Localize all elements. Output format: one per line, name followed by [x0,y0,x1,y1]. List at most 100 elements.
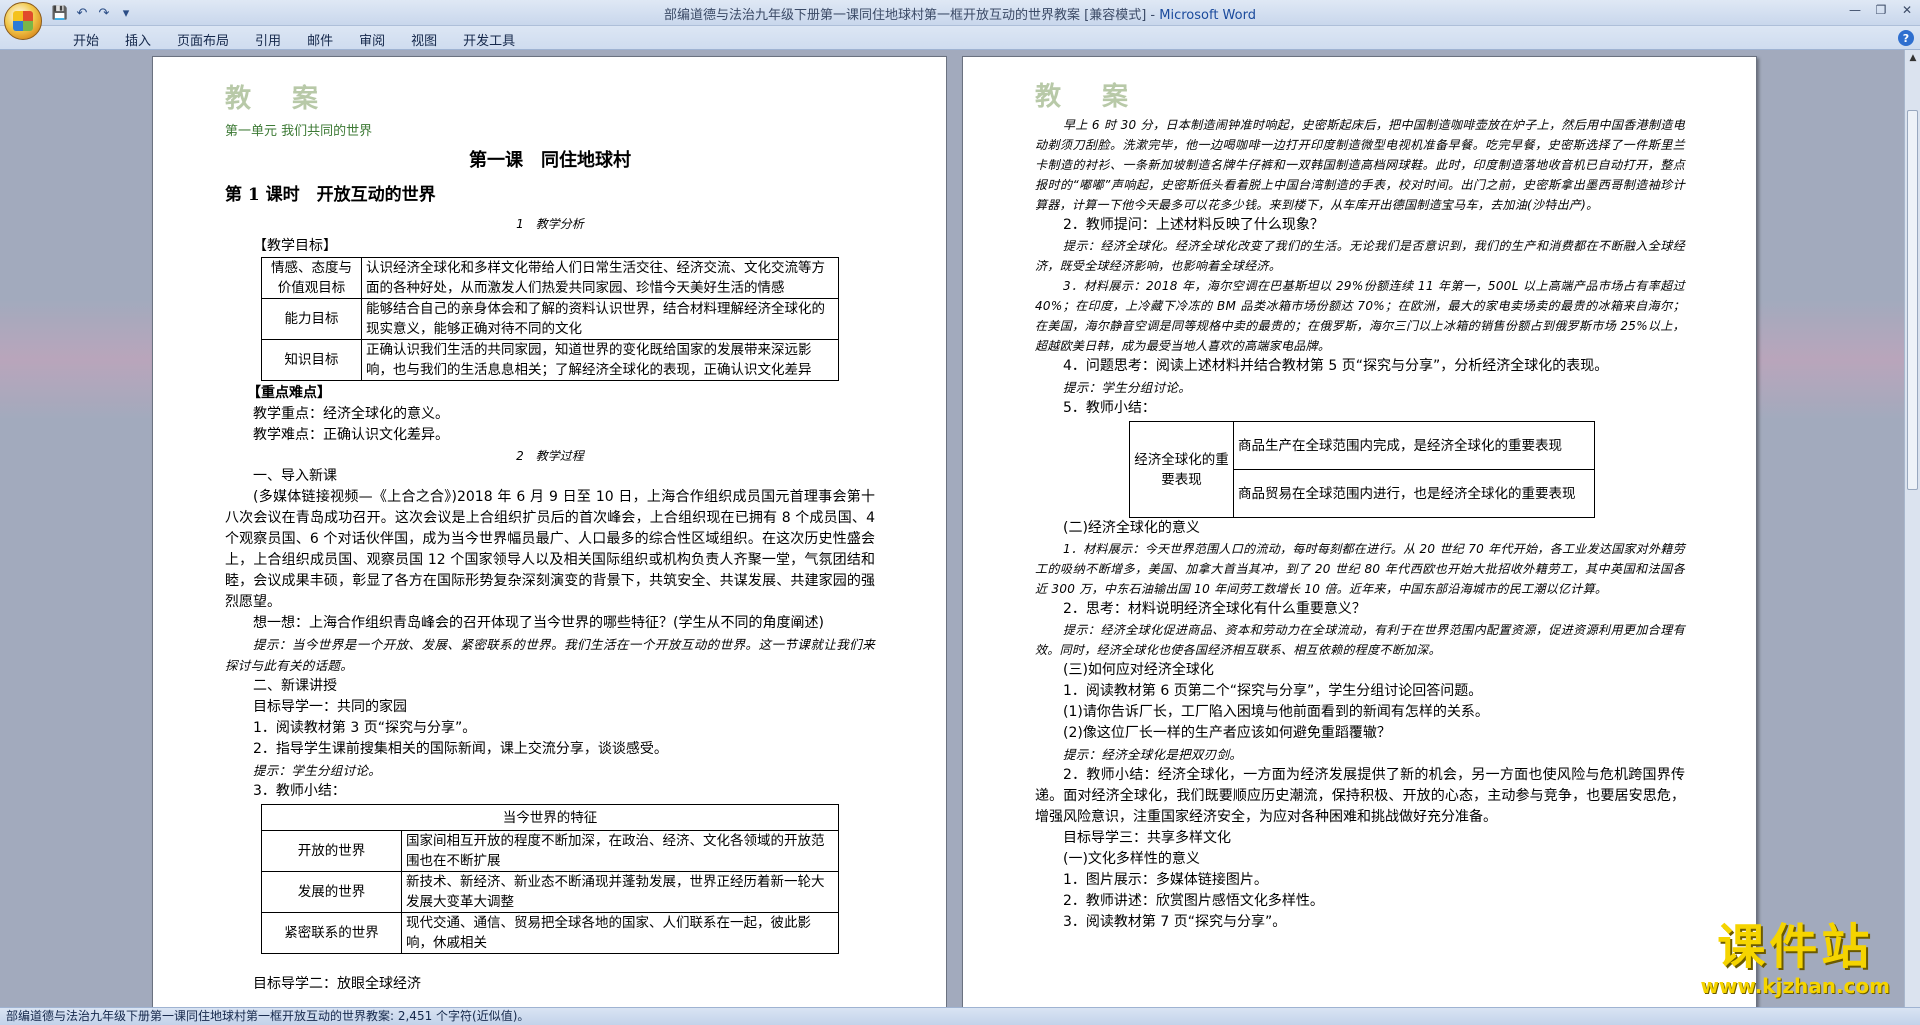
step-2: 2．指导学生课前搜集相关的国际新闻，课上交流分享，谈谈感受。 [253,741,668,757]
difficulty: 教学难点：正确认识文化差异。 [253,427,449,443]
question-4: 4．问题思考：阅读上述材料并结合教材第 5 页“探究与分享”，分析经济全球化的表… [1063,358,1609,374]
goal-1-heading: 目标导学一：共同的家园 [253,699,407,715]
watermark-url: www.kjzhan.com [1700,974,1890,998]
new-lesson-heading: 二、新课讲授 [253,678,337,694]
scroll-thumb[interactable] [1907,110,1918,490]
table-row: 情感、态度与价值观目标 认识经济全球化和多样文化带给人们日常生活交往、经济交流、… [261,257,839,299]
think-question: 想一想：上海合作组织青岛峰会的召开体现了当今世界的哪些特征？(学生从不同的角度阐… [253,615,824,631]
hint-1: 提示：当今世界是一个开放、发展、紧密联系的世界。我们生活在一个开放互动的世界。这… [225,637,875,673]
goal-text: 能够结合自己的亲身体会和了解的资料认识世界，结合材料理解经济全球化的现实意义，能… [361,298,839,340]
globalization-row: 商品生产在全球范围内完成，是经济全球化的重要表现 [1233,421,1595,470]
material-1: 1．材料展示：今天世界范围人口的流动，每时每刻都在进行。从 20 世纪 70 年… [1035,542,1685,596]
goal-name: 情感、态度与价值观目标 [261,257,362,299]
tab-mailings[interactable]: 邮件 [294,29,346,50]
features-table: 当今世界的特征 开放的世界 国家间相互开放的程度不断加深，在政治、经济、文化各领… [261,804,839,954]
goal-name: 知识目标 [261,339,362,381]
teacher-summary: 2．教师小结：经济全球化，一方面为经济发展提供了新的机会，另一方面也使风险与危机… [1035,767,1685,825]
globalization-row: 商品贸易在全球范围内进行，也是经济全球化的重要表现 [1233,469,1595,518]
material-3: 3．材料展示：2018 年，海尔空调在巴基斯坦以 29%份额连续 11 年第一，… [1035,279,1685,353]
intro-heading: 一、导入新课 [253,468,337,484]
hint-discuss: 提示：学生分组讨论。 [1063,380,1192,395]
office-logo-icon [13,11,33,31]
culture-step-2: 2．教师讲述：欣赏图片感悟文化多样性。 [1063,893,1324,909]
hint-significance: 提示：经济全球化促进商品、资本和劳动力在全球流动，有利于在世界范围内配置资源，促… [1035,623,1685,657]
document-title: 部编道德与法治九年级下册第一课同住地球村第一框开放互动的世界教案 [兼容模式] … [664,8,1160,23]
hint-economy: 提示：经济全球化。经济全球化改变了我们的生活。无论我们是否意识到，我们的生产和消… [1035,239,1685,273]
feature-name: 紧密联系的世界 [261,912,402,954]
table-row: 能力目标 能够结合自己的亲身体会和了解的资料认识世界，结合材料理解经济全球化的现… [261,298,839,340]
tab-developer[interactable]: 开发工具 [450,29,528,50]
minimize-button[interactable]: — [1842,0,1868,20]
window-controls: — ❐ ✕ [1842,0,1920,20]
ribbon-tabs: 开始 插入 页面布局 引用 邮件 审阅 视图 开发工具 [60,29,528,50]
tab-insert[interactable]: 插入 [112,29,164,50]
material-paragraph: 早上 6 时 30 分，日本制造闹钟准时响起，史密斯起床后，把中国制造咖啡壶放在… [1035,118,1685,212]
page-header: 教 案 [225,84,335,114]
document-page-2[interactable]: 教 案 早上 6 时 30 分，日本制造闹钟准时响起，史密斯起床后，把中国制造咖… [962,56,1757,1007]
window-title: 部编道德与法治九年级下册第一课同住地球村第一框开放互动的世界教案 [兼容模式] … [0,4,1920,23]
maximize-button[interactable]: ❐ [1868,0,1894,20]
culture-step-1: 1．图片展示：多媒体链接图片。 [1063,872,1268,888]
document-area: 教 案 第一单元 我们共同的世界 第一课 同住地球村 第 1 课时 开放互动的世… [0,50,1904,1007]
process-heading: 2 教学过程 [516,449,584,463]
culture-step-3: 3．阅读教材第 7 页“探究与分享”。 [1063,914,1287,930]
table-row: 开放的世界 国家间相互开放的程度不断加深，在政治、经济、文化各领域的开放范围也在… [261,830,839,872]
help-icon[interactable]: ? [1898,30,1914,46]
feature-name: 发展的世界 [261,871,402,913]
step-3: 3．教师小结： [253,783,346,799]
feature-text: 现代交通、通信、贸易把全球各地的国家、人们联系在一起，彼此影响，休戚相关 [401,912,839,954]
page-header: 教 案 [1035,82,1145,112]
document-page-1[interactable]: 教 案 第一单元 我们共同的世界 第一课 同住地球村 第 1 课时 开放互动的世… [152,56,947,1007]
vertical-scrollbar[interactable]: ▲ [1904,50,1920,1007]
tab-home[interactable]: 开始 [60,29,112,50]
section-2-heading: (二)经济全球化的意义 [1063,520,1200,536]
tab-references[interactable]: 引用 [242,29,294,50]
goal-name: 能力目标 [261,298,362,340]
feature-name: 开放的世界 [261,830,402,872]
tab-review[interactable]: 审阅 [346,29,398,50]
goal-text: 正确认识我们生活的共同家园，知道世界的变化既给国家的发展带来深远影响，也与我们的… [361,339,839,381]
scroll-up-icon[interactable]: ▲ [1905,50,1920,66]
hint-2: 提示：学生分组讨论。 [253,763,382,778]
goal-2-heading: 目标导学二：放眼全球经济 [253,976,421,992]
globalization-label: 经济全球化的重要表现 [1129,421,1234,518]
analysis-heading: 1 教学分析 [516,217,584,231]
goal-3-heading: 目标导学三：共享多样文化 [1063,830,1231,846]
section-title: 第 1 课时 开放互动的世界 [225,185,436,205]
title-bar: 💾 ↶ ↷ ▾ 部编道德与法治九年级下册第一课同住地球村第一框开放互动的世界教案… [0,0,1920,26]
office-button[interactable] [4,2,42,40]
step-1: 1．阅读教材第 3 页“探究与分享”。 [253,720,477,736]
intro-paragraph: (多媒体链接视频—《上合之合》)2018 年 6 月 9 日至 10 日，上海合… [225,489,875,610]
goal-text: 认识经济全球化和多样文化带给人们日常生活交往、经济交流、文化交流等方面的各种好处… [361,257,839,299]
read-1: 1．阅读教材第 6 页第二个“探究与分享”，学生分组讨论回答问题。 [1063,683,1483,699]
think-2: 2．思考：材料说明经济全球化有什么重要意义？ [1063,601,1366,617]
summary-5: 5．教师小结： [1063,400,1156,416]
table-row: 当今世界的特征 [261,804,839,831]
goals-label: 【教学目标】 [253,238,337,254]
tab-page-layout[interactable]: 页面布局 [164,29,242,50]
table-row: 紧密联系的世界 现代交通、通信、贸易把全球各地的国家、人们联系在一起，彼此影响，… [261,912,839,954]
key-label: 【重点难点】 [247,385,331,401]
page-gap [947,50,962,1007]
table-row: 经济全球化的重要表现 商品生产在全球范围内完成，是经济全球化的重要表现 [1129,421,1595,518]
feature-text: 国家间相互开放的程度不断加深，在政治、经济、文化各领域的开放范围也在不断扩展 [401,830,839,872]
tab-view[interactable]: 视图 [398,29,450,50]
watermark-text: 课件站 [1717,919,1874,975]
close-button[interactable]: ✕ [1894,0,1920,20]
unit-title: 第一单元 我们共同的世界 [225,124,373,139]
features-title: 当今世界的特征 [261,804,839,831]
feature-text: 新技术、新经济、新业态不断涌现并蓬勃发展，世界正经历着新一轮大发展大变革大调整 [401,871,839,913]
section-3-heading: (三)如何应对经济全球化 [1063,662,1214,678]
app-name: Microsoft Word [1159,8,1256,23]
key-point: 教学重点：经济全球化的意义。 [253,406,449,422]
ribbon-tabs-bar: 开始 插入 页面布局 引用 邮件 审阅 视图 开发工具 ? [0,26,1920,50]
table-row: 发展的世界 新技术、新经济、新业态不断涌现并蓬勃发展，世界正经历着新一轮大发展大… [261,871,839,913]
watermark-logo: 课件站 www.kjzhan.com [1700,920,1890,998]
lesson-title: 第一课 同住地球村 [469,150,631,171]
page-2-content: 教 案 早上 6 时 30 分，日本制造闹钟准时响起，史密斯起床后，把中国制造咖… [1035,79,1685,933]
read-1a: (1)请你告诉厂长，工厂陷入困境与他前面看到的新闻有怎样的关系。 [1063,704,1489,720]
globalization-table: 经济全球化的重要表现 商品生产在全球范围内完成，是经济全球化的重要表现 商品贸易… [1129,421,1595,518]
question-2: 2．教师提问：上述材料反映了什么现象？ [1063,217,1324,233]
table-row: 知识目标 正确认识我们生活的共同家园，知道世界的变化既给国家的发展带来深远影响，… [261,339,839,381]
hint-double-edged: 提示：经济全球化是把双刃剑。 [1063,747,1243,762]
